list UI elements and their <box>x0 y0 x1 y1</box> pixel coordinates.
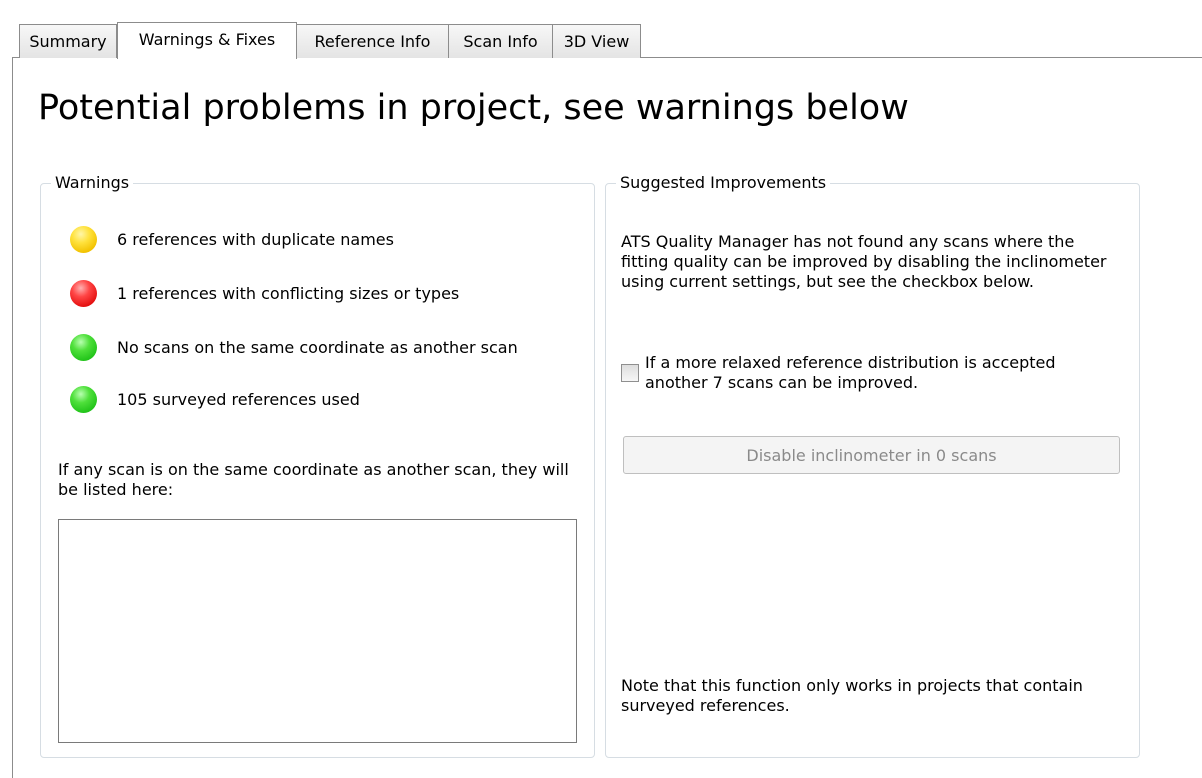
surveyed-references-note: Note that this function only works in pr… <box>621 676 1083 715</box>
tab-summary[interactable]: Summary <box>19 24 117 58</box>
relaxed-distribution-label[interactable]: If a more relaxed reference distribution… <box>645 353 1115 393</box>
warning-row-same-coordinate: No scans on the same coordinate as anoth… <box>70 332 518 362</box>
disable-inclinometer-button[interactable]: Disable inclinometer in 0 scans <box>623 436 1120 474</box>
warning-text: 6 references with duplicate names <box>117 229 394 249</box>
yellow-status-icon <box>70 225 97 253</box>
warnings-legend: Warnings <box>51 173 134 193</box>
warning-text: No scans on the same coordinate as anoth… <box>117 337 518 357</box>
tab-scan-info[interactable]: Scan Info <box>449 24 553 58</box>
warning-row-duplicate-names: 6 references with duplicate names <box>70 224 394 254</box>
warning-row-surveyed-references: 105 surveyed references used <box>70 384 360 414</box>
green-status-icon <box>70 385 97 413</box>
duplicate-scans-listbox[interactable] <box>58 519 577 743</box>
tab-warnings-fixes[interactable]: Warnings & Fixes <box>117 22 297 59</box>
duplicate-scans-caption: If any scan is on the same coordinate as… <box>58 460 569 499</box>
red-status-icon <box>70 279 97 307</box>
warning-text: 1 references with conflicting sizes or t… <box>117 283 460 303</box>
suggested-improvements-legend: Suggested Improvements <box>616 173 831 193</box>
page-title: Potential problems in project, see warni… <box>38 88 909 128</box>
warning-text: 105 surveyed references used <box>117 389 360 409</box>
green-status-icon <box>70 333 97 361</box>
improvements-description: ATS Quality Manager has not found any sc… <box>621 232 1107 291</box>
relaxed-distribution-option[interactable]: If a more relaxed reference distribution… <box>621 353 1115 393</box>
relaxed-distribution-checkbox[interactable] <box>621 364 639 382</box>
tab-strip: Summary Warnings & Fixes Reference Info … <box>19 21 641 59</box>
tab-3d-view[interactable]: 3D View <box>553 24 641 58</box>
warning-row-conflicting-sizes: 1 references with conflicting sizes or t… <box>70 278 459 308</box>
quality-manager-window: Summary Warnings & Fixes Reference Info … <box>0 0 1202 778</box>
tab-reference-info[interactable]: Reference Info <box>297 24 449 58</box>
